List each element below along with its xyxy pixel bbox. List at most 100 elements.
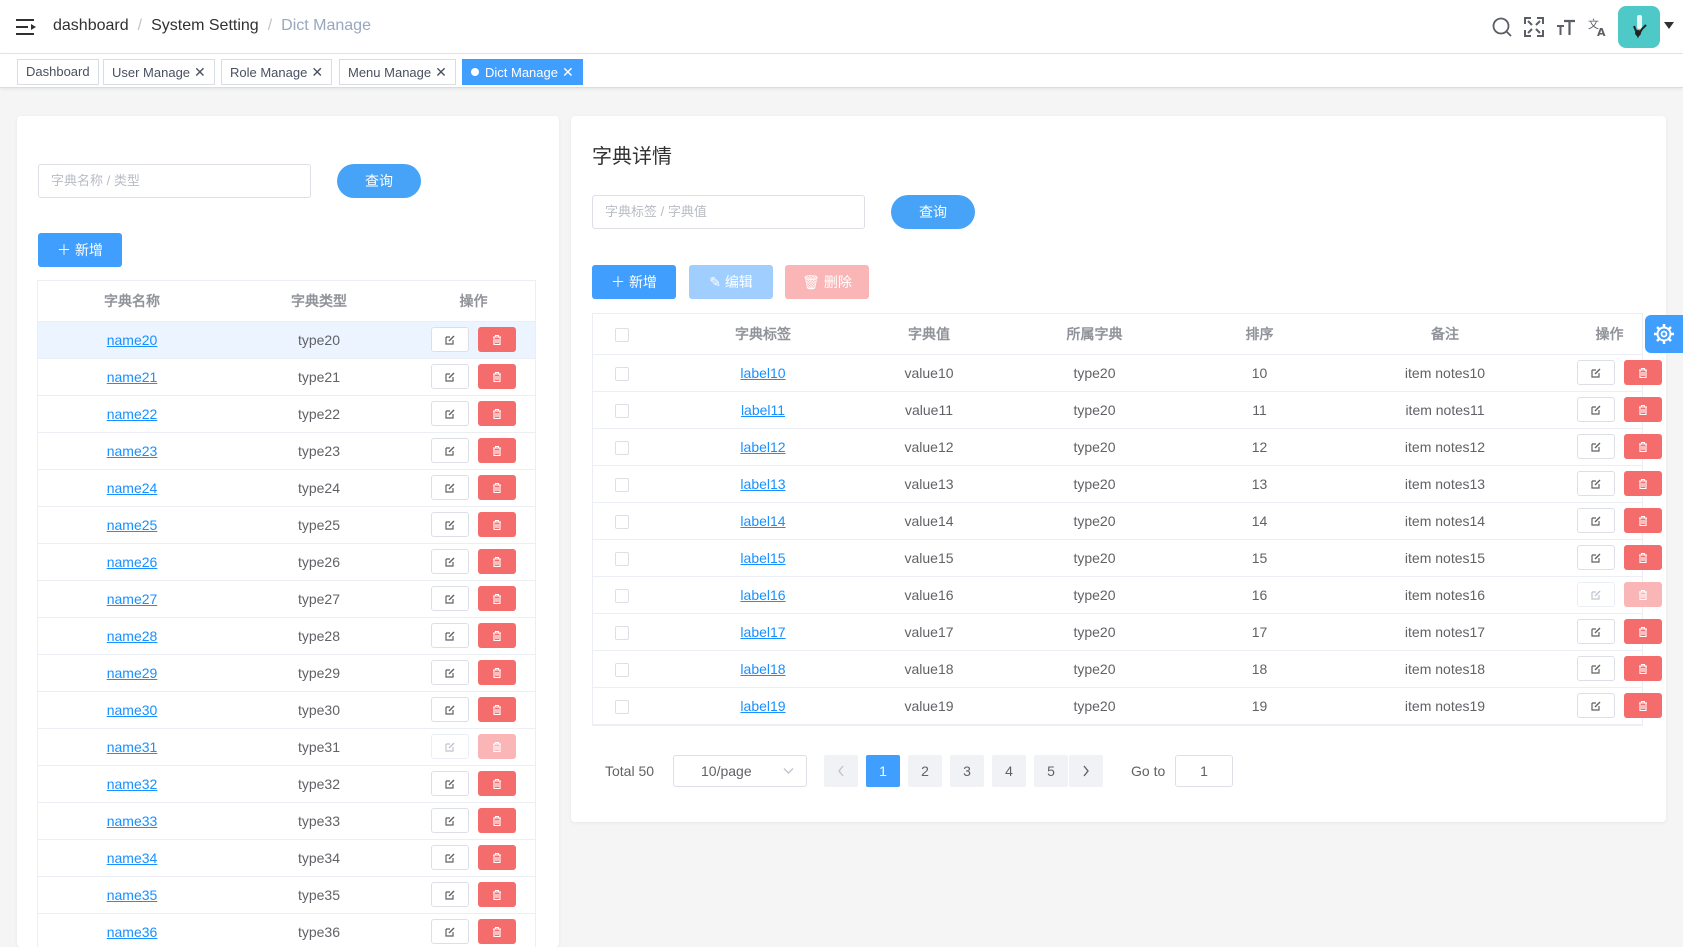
- goto-page-input[interactable]: 1: [1175, 755, 1233, 787]
- add-dict-button[interactable]: ＋ 新增: [38, 233, 122, 267]
- dict-row[interactable]: name24 type24: [38, 469, 535, 507]
- row-checkbox[interactable]: [615, 588, 629, 603]
- add-item-button[interactable]: ＋ 新增: [592, 265, 676, 299]
- fullscreen-icon[interactable]: [1523, 16, 1545, 38]
- dict-delete-button[interactable]: [478, 364, 516, 389]
- dict-row[interactable]: name29 type29: [38, 654, 535, 692]
- breadcrumb-item-system-setting[interactable]: System Setting: [151, 17, 259, 34]
- dict-delete-button[interactable]: [478, 882, 516, 907]
- dict-edit-button[interactable]: [431, 623, 469, 648]
- dict-delete-button[interactable]: [478, 401, 516, 426]
- dict-edit-button[interactable]: [431, 364, 469, 389]
- page-number-button[interactable]: 5: [1034, 755, 1068, 787]
- dict-name-link[interactable]: name31: [107, 739, 158, 755]
- close-icon[interactable]: ✕: [562, 64, 574, 80]
- dict-delete-button[interactable]: [478, 808, 516, 833]
- dict-name-link[interactable]: name28: [107, 628, 158, 644]
- row-checkbox[interactable]: [615, 662, 629, 677]
- page-number-button[interactable]: 4: [992, 755, 1026, 787]
- tag-menu-manage[interactable]: Menu Manage ✕: [339, 59, 456, 85]
- dict-edit-button[interactable]: [431, 549, 469, 574]
- dict-search-input[interactable]: 字典名称 / 类型: [38, 164, 311, 198]
- tag-dict-manage[interactable]: Dict Manage ✕: [462, 59, 583, 85]
- dict-item-row[interactable]: label13 value13 type20 13 item notes13: [593, 465, 1662, 503]
- dict-name-link[interactable]: name22: [107, 406, 158, 422]
- item-edit-button[interactable]: [1577, 619, 1615, 644]
- breadcrumb-item-dashboard[interactable]: dashboard: [53, 17, 129, 34]
- item-delete-button[interactable]: [1624, 693, 1662, 718]
- item-delete-button[interactable]: [1624, 397, 1662, 422]
- dict-name-link[interactable]: name21: [107, 369, 158, 385]
- hamburger-icon[interactable]: [16, 17, 38, 37]
- row-checkbox[interactable]: [615, 440, 629, 455]
- dict-edit-button[interactable]: [431, 401, 469, 426]
- edit-item-button[interactable]: ✎ 编辑: [689, 265, 773, 299]
- close-icon[interactable]: ✕: [194, 64, 206, 80]
- dict-name-link[interactable]: name34: [107, 850, 158, 866]
- avatar[interactable]: [1618, 6, 1660, 48]
- dict-row[interactable]: name36 type36: [38, 913, 535, 947]
- item-edit-button[interactable]: [1577, 360, 1615, 385]
- dict-row[interactable]: name28 type28: [38, 617, 535, 655]
- row-checkbox[interactable]: [615, 625, 629, 640]
- dict-edit-button[interactable]: [431, 845, 469, 870]
- dict-name-link[interactable]: name27: [107, 591, 158, 607]
- dict-item-row[interactable]: label19 value19 type20 19 item notes19: [593, 687, 1662, 725]
- dict-delete-button[interactable]: [478, 512, 516, 537]
- dict-item-row[interactable]: label15 value15 type20 15 item notes15: [593, 539, 1662, 577]
- dict-delete-button[interactable]: [478, 475, 516, 500]
- item-delete-button[interactable]: [1624, 545, 1662, 570]
- dict-row[interactable]: name35 type35: [38, 876, 535, 914]
- dict-item-row[interactable]: label11 value11 type20 11 item notes11: [593, 391, 1662, 429]
- dict-item-row[interactable]: label16 value16 type20 16 item notes16: [593, 576, 1662, 614]
- page-size-select[interactable]: 10/page: [673, 755, 807, 787]
- dict-row[interactable]: name21 type21: [38, 358, 535, 396]
- dict-name-link[interactable]: name35: [107, 887, 158, 903]
- dict-edit-button[interactable]: [431, 882, 469, 907]
- dict-name-link[interactable]: name20: [107, 332, 158, 348]
- dict-edit-button[interactable]: [431, 327, 469, 352]
- dict-name-link[interactable]: name24: [107, 480, 158, 496]
- dict-delete-button[interactable]: [478, 919, 516, 944]
- dict-row[interactable]: name30 type30: [38, 691, 535, 729]
- dict-name-link[interactable]: name33: [107, 813, 158, 829]
- delete-item-button[interactable]: 🗑 删除: [785, 265, 869, 299]
- dict-item-row[interactable]: label10 value10 type20 10 item notes10: [593, 354, 1662, 392]
- close-icon[interactable]: ✕: [311, 64, 323, 80]
- row-checkbox[interactable]: [615, 403, 629, 418]
- dict-row[interactable]: name32 type32: [38, 765, 535, 803]
- dict-edit-button[interactable]: [431, 808, 469, 833]
- dict-item-row[interactable]: label14 value14 type20 14 item notes14: [593, 502, 1662, 540]
- dict-search-button[interactable]: 查询: [337, 164, 421, 198]
- dict-delete-button[interactable]: [478, 845, 516, 870]
- dict-row[interactable]: name34 type34: [38, 839, 535, 877]
- item-label-link[interactable]: label13: [740, 476, 785, 492]
- page-number-button[interactable]: 1: [866, 755, 900, 787]
- item-label-link[interactable]: label14: [740, 513, 785, 529]
- dict-delete-button[interactable]: [478, 549, 516, 574]
- item-delete-button[interactable]: [1624, 619, 1662, 644]
- dict-row[interactable]: name25 type25: [38, 506, 535, 544]
- dict-name-link[interactable]: name23: [107, 443, 158, 459]
- dict-row[interactable]: name27 type27: [38, 580, 535, 618]
- dict-delete-button[interactable]: [478, 438, 516, 463]
- dict-row[interactable]: name26 type26: [38, 543, 535, 581]
- dict-edit-button[interactable]: [431, 512, 469, 537]
- item-search-button[interactable]: 查询: [891, 195, 975, 229]
- item-delete-button[interactable]: [1624, 360, 1662, 385]
- dict-name-link[interactable]: name29: [107, 665, 158, 681]
- dict-edit-button[interactable]: [431, 475, 469, 500]
- dict-delete-button[interactable]: [478, 697, 516, 722]
- font-size-icon[interactable]: [1555, 16, 1577, 38]
- row-checkbox[interactable]: [615, 551, 629, 566]
- item-search-input[interactable]: 字典标签 / 字典值: [592, 195, 865, 229]
- row-checkbox[interactable]: [615, 477, 629, 492]
- prev-page-button[interactable]: [824, 755, 858, 787]
- dict-row[interactable]: name31 type31: [38, 728, 535, 766]
- search-icon[interactable]: [1491, 16, 1513, 38]
- dict-row[interactable]: name33 type33: [38, 802, 535, 840]
- item-delete-button[interactable]: [1624, 582, 1662, 607]
- item-label-link[interactable]: label18: [740, 661, 785, 677]
- dict-row[interactable]: name23 type23: [38, 432, 535, 470]
- item-label-link[interactable]: label11: [741, 402, 785, 418]
